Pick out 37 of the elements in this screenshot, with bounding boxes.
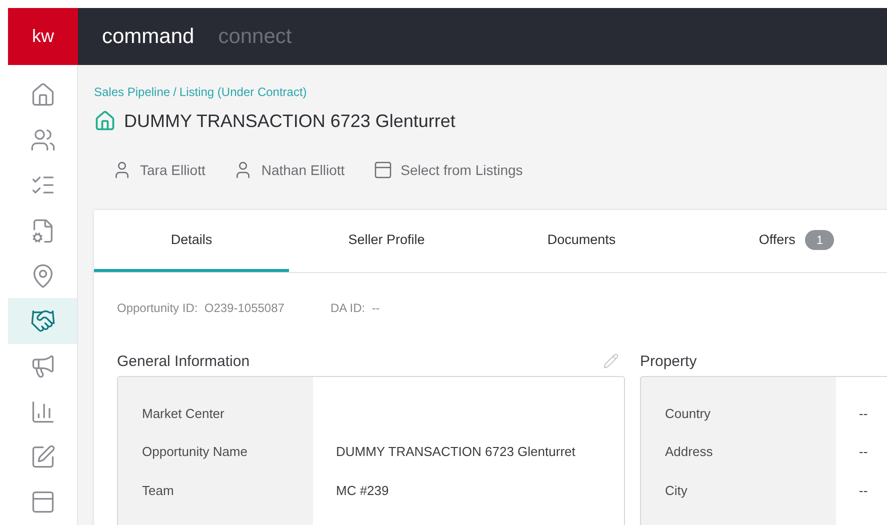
field-label: Team (141, 482, 175, 500)
section-title: General Information (117, 352, 250, 370)
tab[interactable]: Offers 1 (679, 210, 887, 272)
field-label: Address (664, 443, 714, 462)
people-icon (30, 126, 56, 153)
field-label: Country (664, 404, 712, 423)
field-value: MC #239 (335, 482, 390, 500)
id-text: DA ID: -- (330, 301, 380, 315)
id-text: Opportunity ID: O239-1055087 (117, 301, 284, 315)
tab[interactable]: Details (94, 210, 289, 272)
tab[interactable]: Documents (484, 210, 679, 272)
board-icon (30, 489, 56, 516)
field-value: -- (858, 482, 869, 500)
contact-link[interactable]: Nathan Elliott (233, 160, 345, 180)
contact-link[interactable]: Select from Listings (372, 160, 523, 180)
count-badge: 1 (805, 230, 834, 250)
edit-icon (603, 353, 619, 369)
edit-icon (30, 444, 56, 470)
house-icon (30, 82, 56, 108)
logo[interactable]: kw (8, 8, 78, 65)
section-title: Property (640, 352, 697, 370)
field-label: Market Center (141, 404, 226, 423)
page-title: DUMMY TRANSACTION 6723 Glenturret (124, 110, 456, 132)
sign-icon (372, 160, 393, 180)
field-value: -- (858, 404, 869, 423)
field-value: DUMMY TRANSACTION 6723 Glenturret (335, 443, 576, 462)
field-label: Opportunity Name (141, 443, 248, 462)
app-tab[interactable]: command (102, 24, 194, 48)
field-value: -- (858, 443, 869, 462)
field-label: City (664, 482, 688, 500)
bar-chart-icon (30, 398, 56, 425)
handshake-icon (30, 308, 56, 334)
tab[interactable]: Seller Profile (289, 210, 484, 272)
megaphone-icon (30, 353, 56, 380)
sidebar-item[interactable] (8, 298, 77, 344)
breadcrumb-separator: / (173, 85, 176, 99)
contact-link[interactable]: Tara Elliott (112, 160, 206, 180)
